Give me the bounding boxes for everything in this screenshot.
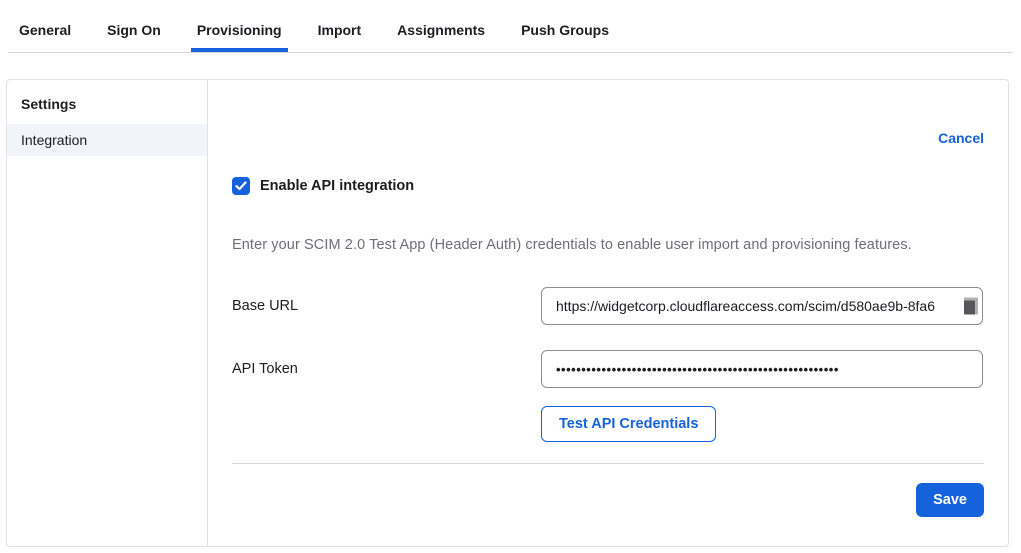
api-token-input-wrap xyxy=(541,350,983,388)
tab-import[interactable]: Import xyxy=(312,0,368,52)
api-token-label: API Token xyxy=(232,361,541,377)
provisioning-settings-panel: Settings Integration Cancel Enable API i… xyxy=(6,79,1009,547)
tab-push-groups[interactable]: Push Groups xyxy=(515,0,615,52)
sidebar-item-integration[interactable]: Integration xyxy=(7,124,207,156)
tab-provisioning[interactable]: Provisioning xyxy=(191,0,288,52)
api-token-input[interactable] xyxy=(541,350,983,388)
settings-sidebar: Settings Integration xyxy=(7,80,208,546)
tab-assignments[interactable]: Assignments xyxy=(391,0,491,52)
tab-sign-on[interactable]: Sign On xyxy=(101,0,167,52)
save-button[interactable]: Save xyxy=(916,483,984,517)
tab-bar: General Sign On Provisioning Import Assi… xyxy=(8,0,1013,53)
tab-general[interactable]: General xyxy=(13,0,77,52)
base-url-input-wrap xyxy=(541,287,983,325)
enable-api-integration-checkbox[interactable] xyxy=(232,177,250,195)
integration-settings-content: Cancel Enable API integration Enter your… xyxy=(208,80,1008,546)
test-api-credentials-button[interactable]: Test API Credentials xyxy=(541,406,716,442)
footer-divider xyxy=(232,463,984,464)
base-url-label: Base URL xyxy=(232,298,541,314)
checkmark-icon xyxy=(235,181,247,191)
base-url-input[interactable] xyxy=(541,287,983,325)
enable-api-integration-label: Enable API integration xyxy=(260,178,414,194)
sidebar-heading: Settings xyxy=(7,86,207,124)
cancel-link[interactable]: Cancel xyxy=(938,130,984,146)
credentials-form: Base URL API Token xyxy=(232,287,984,388)
credentials-description: Enter your SCIM 2.0 Test App (Header Aut… xyxy=(232,237,984,253)
sidebar-item-label: Integration xyxy=(21,132,87,148)
text-selection-block xyxy=(964,298,978,315)
